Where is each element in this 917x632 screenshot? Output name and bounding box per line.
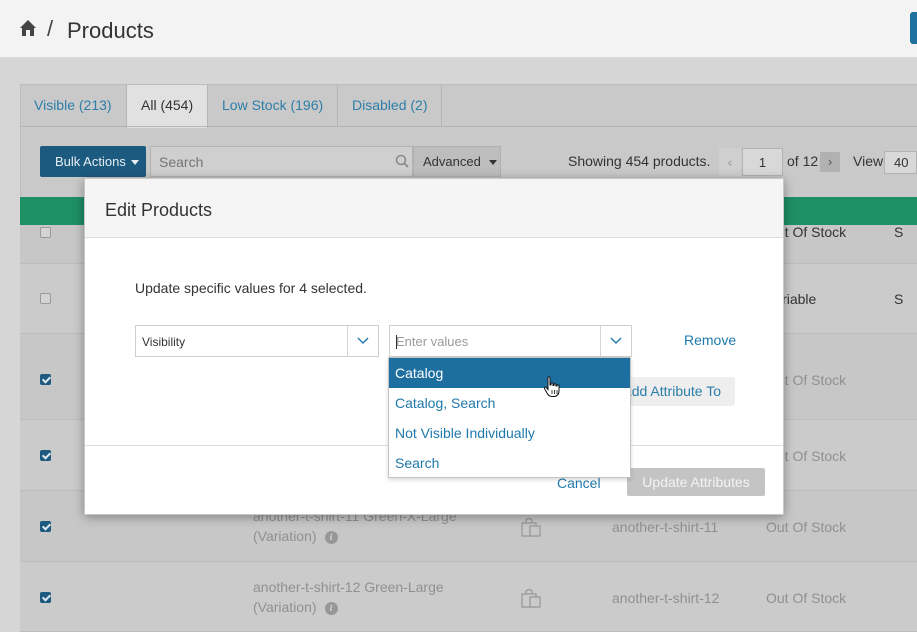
row-checkbox[interactable]: [40, 450, 51, 461]
tab-disabled[interactable]: Disabled (2): [338, 85, 443, 127]
product-name[interactable]: another-t-shirt-12 Green-Large (Variatio…: [253, 577, 444, 617]
search-input[interactable]: [150, 146, 413, 177]
home-icon[interactable]: [19, 19, 37, 37]
next-page-button[interactable]: ›: [820, 152, 840, 172]
visibility-options-dropdown: Catalog Catalog, Search Not Visible Indi…: [388, 357, 631, 478]
tab-divider: [20, 126, 917, 127]
bulk-actions-label: Bulk Actions: [55, 154, 126, 169]
bulk-actions-button[interactable]: Bulk Actions: [40, 146, 146, 177]
product-sku: another-t-shirt-11: [612, 519, 719, 535]
stock-status: Out Of Stock: [766, 590, 847, 606]
tab-all[interactable]: All (454): [126, 85, 209, 128]
bag-icon: [521, 517, 541, 537]
attribute-select[interactable]: Visibility: [135, 325, 379, 357]
header-action-button[interactable]: [910, 12, 917, 44]
variation-label: (Variation): [253, 528, 317, 544]
update-attributes-button[interactable]: Update Attributes: [627, 468, 765, 496]
previous-page-button[interactable]: ‹: [719, 148, 741, 176]
advanced-label: Advanced: [423, 154, 481, 169]
modal-description: Update specific values for 4 selected.: [135, 280, 367, 296]
option-catalog[interactable]: Catalog: [389, 358, 630, 388]
product-count: Showing 454 products.: [568, 153, 711, 169]
tab-low-stock[interactable]: Low Stock (196): [208, 85, 339, 127]
option-catalog-search[interactable]: Catalog, Search: [389, 388, 630, 418]
modal-title: Edit Products: [105, 200, 213, 220]
search-icon[interactable]: [395, 154, 409, 168]
chevron-down-icon[interactable]: [610, 337, 622, 345]
info-icon[interactable]: i: [324, 601, 338, 615]
bag-icon: [521, 588, 541, 608]
caret-down-icon: [488, 160, 497, 166]
option-search[interactable]: Search: [389, 448, 630, 478]
hand-cursor-icon: [543, 376, 560, 397]
chevron-down-icon[interactable]: [357, 337, 369, 345]
info-icon[interactable]: i: [324, 530, 338, 544]
product-sku: another-t-shirt-12: [612, 590, 720, 606]
page-total: of 12: [787, 153, 819, 169]
row-checkbox[interactable]: [40, 521, 51, 532]
select-divider: [600, 326, 601, 356]
product-name-line: another-t-shirt-12 Green-Large: [253, 579, 444, 595]
page-header: / Products: [0, 0, 917, 58]
option-not-visible-individually[interactable]: Not Visible Individually: [389, 418, 630, 448]
variation-label: (Variation): [253, 599, 317, 615]
row-checkbox[interactable]: [40, 227, 51, 238]
page-number-input[interactable]: [742, 148, 783, 176]
caret-down-icon: [130, 160, 139, 166]
values-field[interactable]: [389, 325, 632, 357]
view-label: View: [853, 153, 884, 169]
attribute-select-value: Visibility: [142, 335, 186, 349]
values-input[interactable]: [390, 326, 600, 356]
select-divider: [347, 326, 348, 356]
row-checkbox[interactable]: [40, 374, 51, 385]
text-cursor: [396, 335, 397, 349]
tab-visible[interactable]: Visible (213): [20, 85, 127, 127]
per-page-select[interactable]: 40: [884, 151, 917, 174]
add-attribute-button[interactable]: Add Attribute To Update: [621, 377, 735, 406]
row-checkbox[interactable]: [40, 293, 51, 304]
status-cell: S: [894, 291, 904, 307]
advanced-search-button[interactable]: Advanced: [413, 146, 501, 177]
modal-header: Edit Products: [85, 179, 783, 238]
status-cell: S: [894, 224, 904, 240]
row-checkbox[interactable]: [40, 592, 51, 603]
stock-status: Out Of Stock: [766, 519, 847, 535]
page-title: Products: [67, 18, 154, 43]
remove-link[interactable]: Remove: [684, 332, 736, 348]
breadcrumb-separator: /: [47, 16, 54, 41]
